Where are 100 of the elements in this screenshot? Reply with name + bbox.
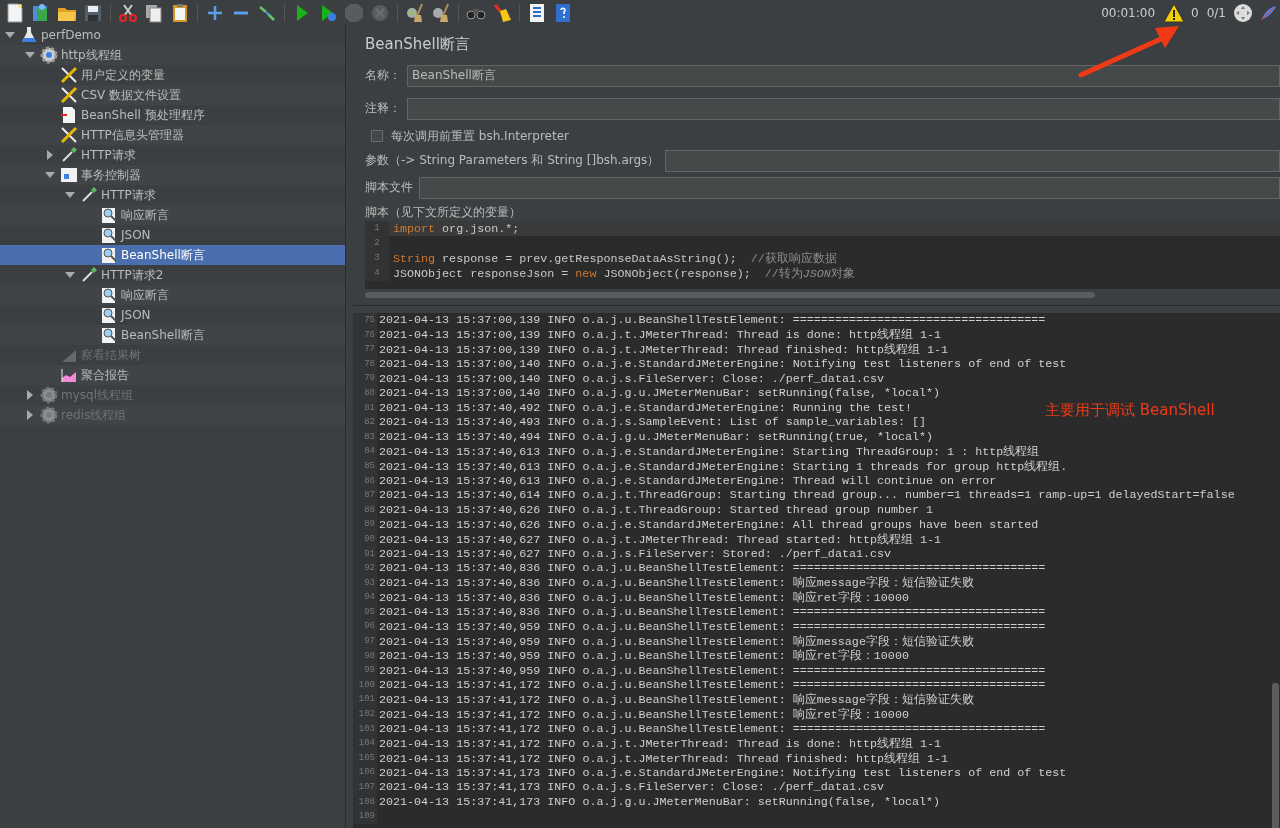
elapsed-time: 00:01:00 [1101, 5, 1156, 20]
checkbox-label: 每次调用前重置 bsh.Interpreter [391, 127, 569, 145]
tree-item[interactable]: CSV 数据文件设置 [0, 85, 345, 105]
code-line: JSONObject responseJson = new JSONObject(response); //转为JSON对象 [393, 266, 855, 281]
code-editor[interactable]: 1 import org.json.*; 2 3 String response = prev.getResponseDataAsString(); //获取响应数据 4 JSONObject responseJson = new JSONObject(response); //转为JSON对象 [365, 221, 1280, 289]
log-line: 2021-04-13 15:37:40,613 INFO o.a.j.e.StandardJMeterEngine: Starting 1 threads for group http线程组. [379, 458, 1068, 474]
help-icon [553, 2, 573, 23]
scissors-icon [118, 2, 138, 23]
page-icon [5, 2, 25, 23]
tree-item[interactable]: HTTP信息头管理器 [0, 125, 345, 145]
log-line: 2021-04-13 15:37:00,139 INFO o.a.j.t.JMeterThread: Thread is done: http线程组 1-1 [379, 327, 942, 343]
log-line: 2021-04-13 15:37:40,613 INFO o.a.j.e.StandardJMeterEngine: Starting ThreadGroup: 1 : http线程组 [379, 444, 1040, 460]
script-label: 脚本（见下文所定义的变量） [365, 204, 522, 219]
line-number: 75 [353, 313, 377, 328]
checkbox[interactable] [371, 130, 383, 142]
name-field[interactable]: BeanShell断言 [407, 64, 1280, 87]
log-line: 2021-04-13 15:37:00,140 INFO o.a.j.s.FileServer: Close: ./perf_data1.csv [379, 371, 884, 386]
broom-icon [405, 2, 425, 23]
parameters-field[interactable] [665, 149, 1280, 172]
line-number: 2 [365, 236, 389, 251]
panel-title: BeanShell断言 [365, 34, 471, 55]
line-number: 97 [353, 634, 377, 649]
tree-item[interactable]: 响应断言 [0, 205, 345, 225]
floppy-icon [83, 2, 103, 23]
log-line: 2021-04-13 15:37:40,626 INFO o.a.j.e.StandardJMeterEngine: All thread groups have been started [379, 517, 1039, 532]
log-line: 2021-04-13 15:37:00,139 INFO o.a.j.u.BeanShellTestElement: ==================================== [379, 313, 1046, 328]
code-line: import org.json.*; [393, 221, 520, 236]
broom-icon [492, 2, 512, 23]
log-line: 2021-04-13 15:37:40,836 INFO o.a.j.u.BeanShellTestElement: 响应ret字段：10000 [379, 590, 909, 606]
log-line: 2021-04-13 15:37:40,627 INFO o.a.j.s.FileServer: Stored: ./perf_data1.csv [379, 546, 891, 561]
log-line: 2021-04-13 15:37:40,626 INFO o.a.j.t.ThreadGroup: Started thread group number 1 [379, 503, 934, 517]
comment-field[interactable] [407, 97, 1280, 120]
line-number: 102 [353, 707, 377, 722]
scrollbar-thumb[interactable] [1272, 683, 1279, 828]
wrench-icon [60, 126, 78, 144]
magnifier-icon [100, 286, 118, 304]
log-line: 2021-04-13 15:37:40,836 INFO o.a.j.u.BeanShellTestElement: 响应message字段：短信验证失败 [379, 575, 974, 591]
gear-icon [40, 386, 58, 404]
line-number: 84 [353, 444, 377, 459]
log-line: 2021-04-13 15:37:40,614 INFO o.a.j.t.ThreadGroup: Starting thread group... number=1 threads=1 ramp-up=1 delayedStart=false [379, 488, 1235, 503]
line-number: 82 [353, 415, 377, 430]
code-line: String response = prev.getResponseDataAsString(); //获取响应数据 [393, 251, 837, 266]
line-number: 89 [353, 517, 377, 532]
line-number: 79 [353, 371, 377, 386]
log-line: 2021-04-13 15:37:40,493 INFO o.a.j.s.SampleEvent: List of sample_variables: [] [379, 415, 927, 430]
clipboard-icon [170, 2, 190, 23]
log-line: 2021-04-13 15:37:40,959 INFO o.a.j.u.BeanShellTestElement: 响应ret字段：10000 [379, 648, 909, 664]
log-line: 2021-04-13 15:37:41,173 INFO o.a.j.s.FileServer: Close: ./perf_data1.csv [379, 780, 884, 795]
log-line: 2021-04-13 15:37:40,836 INFO o.a.j.u.BeanShellTestElement: ==================================== [379, 605, 1046, 620]
log-line: 2021-04-13 15:37:41,173 INFO o.a.j.e.StandardJMeterEngine: Notifying test listeners of end of test [379, 765, 1067, 780]
log-line: 2021-04-13 15:37:41,172 INFO o.a.j.u.BeanShellTestElement: ==================================== [379, 678, 1046, 693]
line-number: 106 [353, 765, 377, 780]
line-number: 99 [353, 663, 377, 678]
tree-item[interactable]: 响应断言 [0, 285, 345, 305]
tree-item[interactable]: 事务控制器 [0, 165, 345, 185]
annotation-text: 主要用于调试 BeanShell [1045, 401, 1215, 420]
wrench-icon [60, 86, 78, 104]
warning-icon[interactable] [1163, 2, 1186, 23]
tree-item[interactable]: BeanShell断言 [0, 245, 345, 265]
log-line: 2021-04-13 15:37:40,492 INFO o.a.j.e.StandardJMeterEngine: Running the test! [379, 400, 913, 415]
line-number: 104 [353, 736, 377, 751]
field-label: 参数（-> String Parameters 和 String []bsh.args） [365, 152, 660, 169]
tree-item[interactable]: 聚合报告 [0, 365, 345, 385]
warning-count: 0 [1191, 5, 1199, 20]
log-line: 2021-04-13 15:37:40,494 INFO o.a.j.g.u.JMeterMenuBar: setRunning(true, *local*) [379, 430, 934, 445]
chart-icon [60, 366, 78, 384]
octagon-icon [344, 2, 364, 23]
log-line: 2021-04-13 15:37:41,172 INFO o.a.j.u.BeanShellTestElement: ==================================== [379, 721, 1046, 736]
tree-item[interactable]: BeanShell断言 [0, 325, 345, 345]
log-line: 2021-04-13 15:37:41,172 INFO o.a.j.u.BeanShellTestElement: 响应ret字段：10000 [379, 706, 909, 722]
tree-item[interactable]: http线程组 [0, 45, 345, 65]
feather-icon[interactable] [1259, 3, 1277, 22]
magnifier-icon [100, 206, 118, 224]
log-line: 2021-04-13 15:37:41,172 INFO o.a.j.u.BeanShellTestElement: 响应message字段：短信验证失败 [379, 692, 974, 708]
line-number: 94 [353, 590, 377, 605]
magnifier-icon [100, 246, 118, 264]
log-line: 2021-04-13 15:37:40,959 INFO o.a.j.u.BeanShellTestElement: 响应message字段：短信验证失败 [379, 633, 974, 649]
magnifier-icon [100, 326, 118, 344]
line-number: 3 [365, 251, 389, 266]
pages-icon [144, 2, 164, 23]
log-line: 2021-04-13 15:37:00,139 INFO o.a.j.t.JMeterThread: Thread finished: http线程组 1-1 [379, 342, 949, 357]
scrollbar-thumb[interactable] [365, 292, 1095, 298]
thread-count: 0/1 [1206, 5, 1226, 20]
pipette-icon [80, 186, 98, 204]
close-icon [370, 2, 390, 23]
broom-icon [431, 2, 451, 23]
field-label: 名称： [365, 67, 401, 84]
log-line: 2021-04-13 15:37:41,173 INFO o.a.j.g.u.JMeterMenuBar: setRunning(false, *local*) [379, 794, 941, 809]
log-line: 2021-04-13 15:37:40,959 INFO o.a.j.u.BeanShellTestElement: ==================================== [379, 619, 1046, 634]
script-file-field[interactable] [419, 176, 1280, 199]
log-line: 2021-04-13 15:37:41,172 INFO o.a.j.t.JMeterThread: Thread is done: http线程组 1-1 [379, 736, 942, 751]
gear-icon [40, 46, 58, 64]
remote-icon[interactable] [1233, 2, 1253, 23]
line-number: 107 [353, 780, 377, 795]
field-label: 注释： [365, 100, 401, 117]
field-label: 脚本文件 [365, 179, 413, 196]
line-number: 87 [353, 488, 377, 503]
gear-icon [40, 406, 58, 424]
magnifier-icon [100, 226, 118, 244]
log-line: 2021-04-13 15:37:40,959 INFO o.a.j.u.BeanShellTestElement: ==================================== [379, 663, 1046, 678]
